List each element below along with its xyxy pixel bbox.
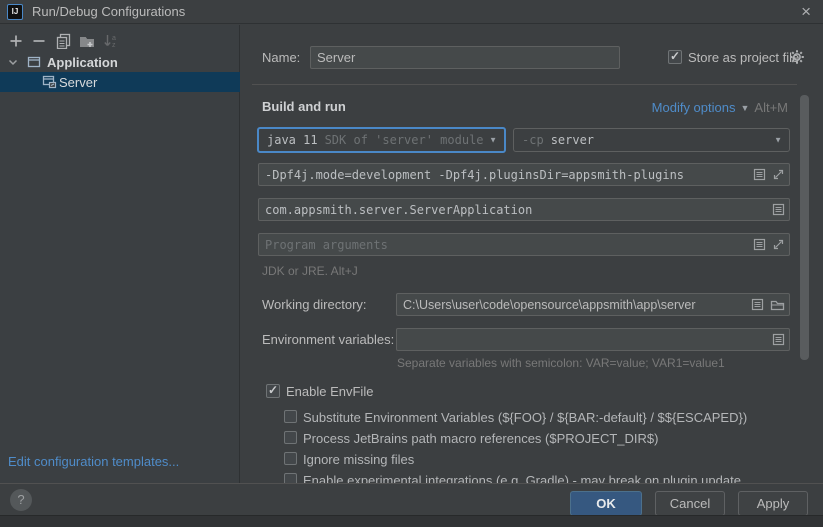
application-type-icon: [26, 54, 42, 70]
section-divider: [252, 84, 797, 85]
process-path-macros-label: Process JetBrains path macro references …: [303, 431, 658, 446]
modify-options-shortcut: Alt+M: [754, 100, 788, 115]
run-configuration-icon: [41, 74, 57, 90]
copy-configuration-button[interactable]: [55, 33, 71, 49]
expand-field-icon[interactable]: [772, 238, 785, 251]
svg-text:a: a: [112, 35, 116, 42]
new-folder-button[interactable]: [79, 33, 95, 49]
dropdown-arrow-icon: ▼: [489, 136, 497, 145]
title-bar: IJ Run/Debug Configurations ×: [0, 0, 823, 24]
name-label: Name:: [262, 50, 300, 65]
build-and-run-heading: Build and run: [262, 99, 346, 114]
expand-field-icon[interactable]: [772, 168, 785, 181]
substitute-env-vars-label: Substitute Environment Variables (${FOO}…: [303, 410, 747, 425]
jdk-combo-value: java 11: [267, 133, 318, 147]
plus-icon: [8, 33, 24, 49]
insert-macros-icon[interactable]: [753, 238, 766, 251]
dialog-footer: ? OK Cancel Apply: [0, 483, 823, 515]
enable-envfile-label: Enable EnvFile: [286, 384, 373, 399]
vm-options-input[interactable]: -Dpf4j.mode=development -Dpf4j.pluginsDi…: [258, 163, 790, 186]
add-configuration-button[interactable]: [8, 33, 24, 49]
name-input[interactable]: Server: [310, 46, 620, 69]
remove-configuration-button[interactable]: [31, 33, 47, 49]
jdk-hint: JDK or JRE. Alt+J: [262, 264, 358, 278]
ok-button[interactable]: OK: [570, 491, 642, 516]
svg-text:z: z: [112, 42, 116, 49]
main-class-value: com.appsmith.server.ServerApplication: [265, 203, 532, 217]
gear-icon[interactable]: [789, 49, 805, 65]
chevron-down-icon[interactable]: [7, 56, 19, 68]
dropdown-arrow-icon: ▼: [774, 136, 782, 145]
sort-alphabetically-icon: a z: [103, 33, 119, 49]
environment-variables-hint: Separate variables with semicolon: VAR=v…: [397, 356, 725, 370]
insert-macros-icon[interactable]: [751, 298, 764, 311]
environment-variables-label: Environment variables:: [262, 332, 394, 347]
vm-options-value: -Dpf4j.mode=development -Dpf4j.pluginsDi…: [265, 168, 684, 182]
cp-value: server: [551, 133, 594, 147]
name-value: Server: [317, 50, 355, 65]
help-button[interactable]: ?: [10, 489, 32, 511]
tree-item-label: Server: [59, 75, 97, 90]
insert-macros-icon[interactable]: [772, 333, 785, 346]
environment-variables-input[interactable]: [396, 328, 790, 351]
modify-options-link[interactable]: Modify options: [652, 100, 736, 115]
tree-group-application[interactable]: Application: [0, 52, 240, 72]
new-folder-icon: [79, 33, 95, 49]
store-as-project-file-label: Store as project file: [688, 50, 799, 65]
store-as-project-file-checkbox[interactable]: [668, 50, 682, 64]
jdk-combo-hint: SDK of 'server' module: [325, 133, 484, 147]
chevron-down-icon: ▼: [740, 103, 749, 113]
enable-envfile-checkbox[interactable]: [266, 384, 280, 398]
jdk-combobox[interactable]: java 11 SDK of 'server' module ▼: [257, 127, 506, 153]
copy-icon: [55, 33, 71, 49]
cancel-button[interactable]: Cancel: [655, 491, 725, 516]
dialog-title: Run/Debug Configurations: [32, 4, 185, 19]
ignore-missing-files-label: Ignore missing files: [303, 452, 414, 467]
minus-icon: [31, 33, 47, 49]
program-arguments-input[interactable]: Program arguments: [258, 233, 790, 256]
main-class-input[interactable]: com.appsmith.server.ServerApplication: [258, 198, 790, 221]
apply-button[interactable]: Apply: [738, 491, 808, 516]
tree-group-label: Application: [47, 55, 118, 70]
edit-configuration-templates-link[interactable]: Edit configuration templates...: [8, 454, 179, 469]
intellij-logo-icon: IJ: [7, 4, 23, 20]
program-arguments-placeholder: Program arguments: [265, 238, 388, 252]
configurations-sidebar: a z Application: [0, 25, 240, 483]
background-window-strip: [0, 515, 823, 527]
working-directory-label: Working directory:: [262, 297, 367, 312]
insert-macros-icon[interactable]: [753, 168, 766, 181]
working-directory-input[interactable]: C:\Users\user\code\opensource\appsmith\a…: [396, 293, 790, 316]
browse-folder-icon[interactable]: [770, 298, 785, 311]
sort-configurations-button[interactable]: a z: [103, 33, 119, 49]
working-directory-value: C:\Users\user\code\opensource\appsmith\a…: [403, 298, 696, 312]
ignore-missing-files-checkbox[interactable]: [284, 452, 297, 465]
tree-item-server[interactable]: Server: [0, 72, 240, 92]
substitute-env-vars-checkbox[interactable]: [284, 410, 297, 423]
process-path-macros-checkbox[interactable]: [284, 431, 297, 444]
cp-flag: -cp: [522, 133, 544, 147]
run-debug-configurations-dialog: IJ Run/Debug Configurations ×: [0, 0, 823, 527]
modify-options-row: Modify options ▼ Alt+M: [652, 100, 788, 115]
close-icon[interactable]: ×: [801, 2, 811, 22]
classpath-combobox[interactable]: -cp server ▼: [513, 128, 790, 152]
insert-macros-icon[interactable]: [772, 203, 785, 216]
vertical-scrollbar[interactable]: [800, 95, 809, 360]
